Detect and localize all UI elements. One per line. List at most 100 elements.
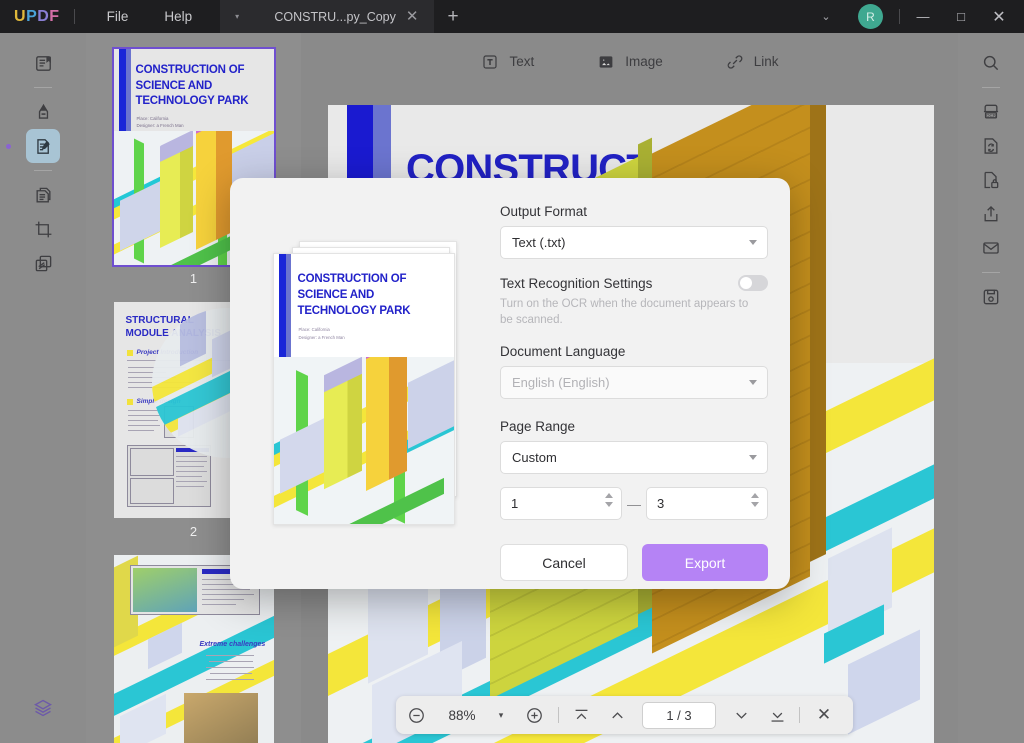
logo-letter-u: U [14, 7, 27, 25]
new-tab-icon[interactable]: + [434, 6, 472, 28]
title-bar: U P D F File Help ▾ CONSTRU...py_Copy ✕ … [0, 0, 1024, 33]
edit-pdf-icon[interactable] [26, 129, 60, 163]
page-range-label: Page Range [500, 419, 576, 435]
updf-logo: U P D F [14, 8, 60, 26]
chevron-down-icon-language [749, 380, 757, 386]
page-navigation-bar: 88% ▾ 1 / 3 ✕ [396, 696, 853, 734]
crop-page-icon[interactable] [26, 212, 60, 246]
logo-letter-p: P [26, 7, 38, 25]
output-format-select[interactable]: Text (.txt) [500, 226, 768, 259]
stepper-down-icon-to[interactable] [751, 502, 759, 508]
preview-sheet-front: CONSTRUCTION OF SCIENCE AND TECHNOLOGY P… [272, 253, 455, 525]
zoom-level-label[interactable]: 88% [436, 708, 488, 723]
active-indicator-dot [6, 144, 11, 149]
batch-icon[interactable] [26, 246, 60, 280]
page-range-select[interactable]: Custom [500, 441, 768, 475]
first-page-icon[interactable] [563, 696, 599, 734]
export-preview-pane: CONSTRUCTION OF SCIENCE AND TECHNOLOGY P… [230, 178, 500, 589]
close-navbar-button[interactable]: ✕ [804, 696, 844, 734]
last-page-icon[interactable] [759, 696, 795, 734]
zoom-dropdown-caret-icon[interactable]: ▾ [488, 696, 514, 734]
titlebar-divider-2 [899, 9, 900, 24]
page-range-to-value: 3 [657, 496, 665, 512]
tool-image[interactable]: Image [596, 52, 663, 72]
avatar[interactable]: R [858, 4, 883, 29]
right-rail-divider [982, 87, 1000, 88]
chevron-down-icon [749, 240, 757, 245]
page-range-value: Custom [512, 450, 557, 466]
page-indicator[interactable]: 1 / 3 [642, 701, 716, 729]
email-icon[interactable] [974, 231, 1008, 265]
close-tab-icon[interactable]: ✕ [400, 9, 424, 24]
text-recognition-toggle[interactable] [738, 275, 768, 291]
text-recognition-hint: Turn on the OCR when the document appear… [500, 298, 749, 327]
thumbnail-heading-3: Extreme challenges [199, 641, 266, 648]
text-recognition-row: Text Recognition Settings [500, 275, 768, 291]
tab-list-caret-icon[interactable]: ▾ [220, 0, 255, 33]
prev-page-icon[interactable] [599, 696, 635, 734]
right-tool-rail: OCR [958, 33, 1024, 743]
close-window-button[interactable]: ✕ [980, 0, 1018, 33]
page-range-inputs: 1 — 3 [500, 487, 768, 521]
next-page-icon[interactable] [723, 696, 759, 734]
document-language-value: English (English) [512, 375, 610, 391]
thumbnail-meta-1: Place: California Designer: a French Man [136, 116, 184, 129]
menu-file[interactable]: File [89, 0, 147, 33]
document-language-label: Document Language [500, 344, 626, 360]
text-recognition-label: Text Recognition Settings [500, 275, 653, 291]
output-format-value: Text (.txt) [512, 235, 566, 250]
page-range-from-value: 1 [511, 496, 519, 512]
stepper-down-icon-from[interactable] [605, 502, 613, 508]
organize-pages-icon[interactable] [26, 178, 60, 212]
highlighter-icon[interactable] [26, 95, 60, 129]
export-dialog: CONSTRUCTION OF SCIENCE AND TECHNOLOGY P… [230, 178, 790, 589]
convert-pdf-icon[interactable] [974, 129, 1008, 163]
image-icon [596, 52, 616, 72]
export-button[interactable]: Export [642, 544, 768, 582]
layers-icon[interactable] [26, 691, 60, 725]
preview-stack: CONSTRUCTION OF SCIENCE AND TECHNOLOGY P… [272, 241, 458, 526]
preview-meta: Place: California Designer: a French Man [298, 327, 345, 340]
save-icon[interactable] [974, 280, 1008, 314]
document-language-select[interactable]: English (English) [500, 366, 768, 400]
maximize-button[interactable]: □ [942, 0, 980, 33]
text-box-icon [480, 52, 500, 72]
reader-icon[interactable] [26, 46, 60, 80]
ocr-icon[interactable]: OCR [974, 95, 1008, 129]
tool-link-label: Link [753, 54, 779, 69]
page-range-to-input[interactable]: 3 [646, 487, 768, 521]
share-icon[interactable] [974, 197, 1008, 231]
zoom-out-button[interactable] [396, 696, 436, 734]
stepper-arrows-from[interactable] [605, 493, 613, 508]
rail-divider [34, 87, 52, 88]
titlebar-divider [73, 9, 75, 24]
stepper-up-icon-from[interactable] [605, 493, 613, 499]
page-range-separator: — [627, 495, 641, 512]
cancel-button[interactable]: Cancel [500, 544, 628, 582]
thumbnail-title-1: CONSTRUCTION OF SCIENCE AND TECHNOLOGY P… [135, 64, 249, 108]
right-rail-divider-2 [982, 272, 1000, 273]
chevron-down-icon-titlebar[interactable]: ⌄ [806, 10, 846, 23]
protect-icon[interactable] [974, 163, 1008, 197]
stepper-up-icon-to[interactable] [751, 493, 759, 499]
tool-image-label: Image [625, 54, 663, 69]
minimize-button[interactable]: — [904, 0, 942, 33]
search-icon[interactable] [974, 46, 1008, 80]
stepper-arrows-to[interactable] [751, 493, 759, 508]
chevron-down-icon-range [749, 455, 757, 461]
left-tool-rail [0, 33, 86, 743]
svg-text:OCR: OCR [986, 113, 997, 118]
menu-help[interactable]: Help [146, 0, 210, 33]
document-tab-title: CONSTRU...py_Copy [274, 9, 396, 24]
zoom-in-button[interactable] [514, 696, 554, 734]
bottombar-divider-2 [799, 707, 800, 723]
logo-letter-d: D [37, 7, 50, 25]
tool-text[interactable]: Text [480, 52, 534, 72]
document-tab[interactable]: CONSTRU...py_Copy ✕ [254, 0, 435, 33]
page-range-from-input[interactable]: 1 [500, 487, 622, 521]
preview-title: CONSTRUCTION OF SCIENCE AND TECHNOLOGY P… [297, 273, 411, 317]
bottombar-divider [558, 707, 559, 723]
updf-application-window: CONSTRUCTION OF SCIENCE AND TECHNOLOGY P… [0, 0, 1024, 743]
logo-letter-f: F [49, 7, 60, 25]
tool-link[interactable]: Link [725, 52, 779, 72]
